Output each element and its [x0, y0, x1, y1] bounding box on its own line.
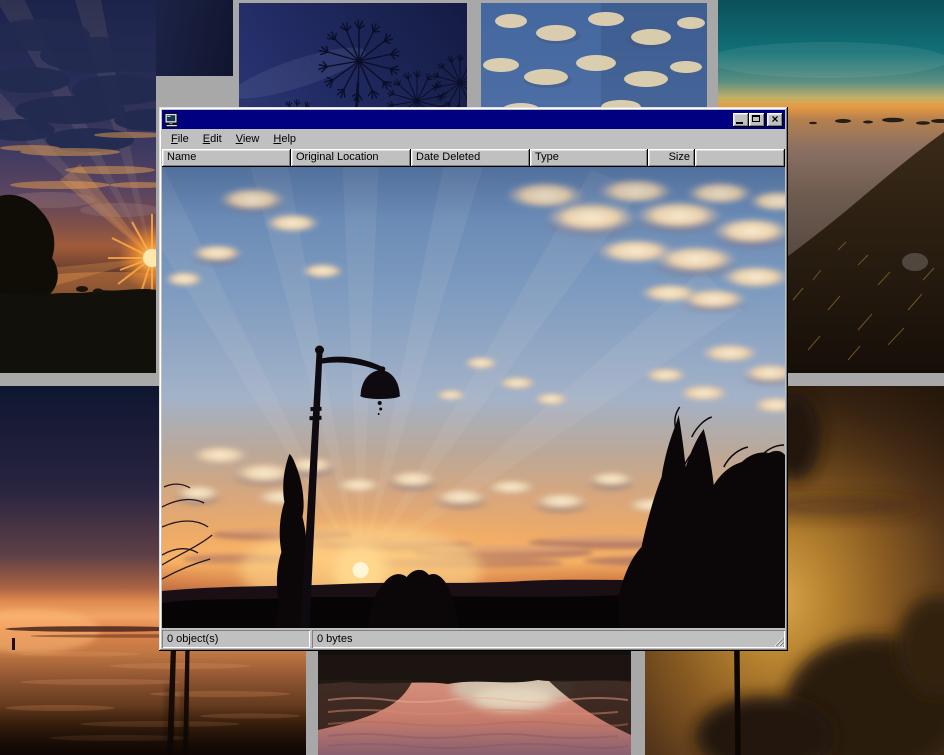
content-sunset-photo	[162, 167, 785, 628]
computer-window-icon	[164, 113, 179, 127]
minimize-button[interactable]	[733, 113, 749, 127]
file-list-area[interactable]	[162, 167, 785, 628]
minimize-icon	[736, 122, 743, 124]
column-header-type[interactable]: Type	[530, 149, 648, 167]
column-header-original-location[interactable]: Original Location	[291, 149, 411, 167]
close-button[interactable]: ×	[767, 113, 783, 127]
menu-edit[interactable]: Edit	[196, 131, 229, 147]
status-size: 0 bytes	[312, 630, 785, 648]
column-header-row: Name Original Location Date Deleted Type…	[162, 149, 785, 167]
resize-grip[interactable]	[771, 634, 784, 647]
column-header-size[interactable]: Size	[648, 149, 695, 167]
maximize-button[interactable]	[749, 113, 765, 127]
desktop: { "window": { "title": "", "icon_name": …	[0, 0, 944, 755]
column-header-date-deleted[interactable]: Date Deleted	[411, 149, 530, 167]
column-header-name[interactable]: Name	[162, 149, 291, 167]
menu-help[interactable]: Help	[266, 131, 303, 147]
maximize-icon	[752, 115, 760, 122]
bg-photo-sunset-rays	[0, 0, 156, 373]
recycle-bin-window: × File Edit View Help Name Original Loca…	[159, 107, 788, 651]
statusbar: 0 object(s) 0 bytes	[162, 630, 785, 648]
status-object-count: 0 object(s)	[162, 630, 310, 648]
menubar: File Edit View Help	[162, 129, 785, 149]
menu-file[interactable]: File	[164, 131, 196, 147]
close-icon: ×	[767, 113, 783, 126]
menu-view[interactable]: View	[229, 131, 267, 147]
titlebar[interactable]: ×	[162, 110, 785, 129]
column-header-blank[interactable]	[695, 149, 785, 167]
